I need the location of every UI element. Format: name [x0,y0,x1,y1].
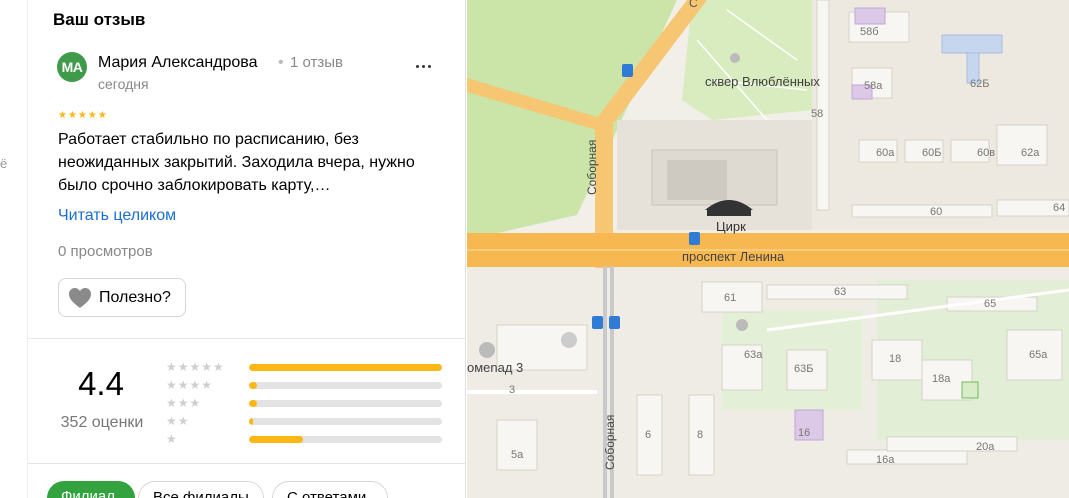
house-number: 60в [977,147,996,159]
rating-stars-icon: ★★ [166,414,190,428]
author-review-count: 1 отзыв [290,54,344,71]
rating-stars-icon: ★ [166,432,178,446]
rating-bar-fill [249,364,442,371]
helpful-label: Полезно? [99,288,171,306]
divider [28,338,465,339]
house-number: 62а [1021,147,1040,159]
rating-bar-track [249,418,442,425]
map-avenue-label: проспект Ленина [682,249,785,264]
house-number: 60 [930,206,943,218]
filter-chip-with-answers[interactable]: С ответами [272,481,388,498]
house-number: 58б [860,26,879,38]
house-number: 63 [834,286,847,298]
house-number: 64 [1053,202,1066,214]
left-edge-strip: ё [0,0,28,498]
rating-value: 4.4 [78,365,124,402]
house-number: 58 [811,108,824,120]
review-date: сегодня [98,76,149,92]
edge-truncated-text: ё [0,156,8,171]
rating-stars-icon: ★★★★★ [166,360,225,374]
rating-stars-icon: ★★★★ [166,378,214,392]
rating-row-3[interactable]: ★★★ [166,396,442,411]
rating-stars-icon: ★★★ [166,396,202,410]
house-number: 8 [697,429,704,441]
map-street-label: Соборная [585,139,599,195]
review-text: Работает стабильно по расписанию, без не… [58,131,415,194]
rating-bar-track [249,382,442,389]
house-number: 18 [889,353,902,365]
rating-bar-track [249,400,442,407]
house-number: 60Б [922,147,942,159]
house-number: 18а [932,373,951,385]
filter-chip-branch[interactable]: Филиал [47,481,135,498]
house-number: 5а [511,449,524,461]
house-number: 20а [976,441,995,453]
divider [28,463,465,464]
map-park-label: сквер Влюблённых [705,74,820,89]
rating-bar-track [249,436,442,443]
heart-icon [69,287,91,308]
author-separator: • [278,54,284,71]
house-number: 62Б [970,78,990,90]
filter-chip-all-branches[interactable]: Все филиалы [138,481,264,498]
house-number: 65 [984,298,997,310]
rating-row-4[interactable]: ★★★★ [166,378,442,393]
rating-bar-fill [249,382,257,389]
review-stars-icon: ★★★★★ [58,110,108,121]
review-panel: Ваш отзыв МА Мария Александрова • 1 отзы… [28,0,466,498]
rating-bar-track [249,364,442,371]
author-name[interactable]: Мария Александрова [98,54,258,72]
rating-row-2[interactable]: ★★ [166,414,442,429]
avatar[interactable]: МА [57,52,87,82]
house-number: 60а [876,147,895,159]
map-road-label: С [689,0,698,10]
map-circus-label: Цирк [716,219,746,234]
read-more-link[interactable]: Читать целиком [58,207,176,225]
house-number: 16 [798,427,811,439]
map[interactable]: С сквер Влюблённых Цирк проспект Ленина … [467,0,1069,498]
house-number: 61 [724,292,737,304]
rating-count: 352 оценки [60,414,144,431]
rating-row-5[interactable]: ★★★★★ [166,360,442,375]
review-views: 0 просмотров [58,243,153,260]
map-street-label: Соборная [603,414,617,470]
house-number: 65а [1029,349,1048,361]
house-number: 63а [744,349,763,361]
rating-bar-fill [249,400,257,407]
rating-bar-fill [249,418,253,425]
house-number: 16а [876,454,895,466]
house-number: 3 [509,384,516,396]
more-options-button[interactable] [410,56,436,76]
more-dots-icon [421,64,425,68]
rating-bar-fill [249,436,304,443]
more-dots-icon [415,64,419,68]
house-number: 6 [645,429,652,441]
house-number: 58а [864,80,883,92]
map-poi-label: омenад 3 [467,360,524,375]
helpful-button[interactable]: Полезно? [58,278,186,317]
more-dots-icon [427,64,431,68]
rating-row-1[interactable]: ★ [166,432,442,447]
house-number: 63Б [794,363,814,375]
panel-title: Ваш отзыв [53,10,146,29]
